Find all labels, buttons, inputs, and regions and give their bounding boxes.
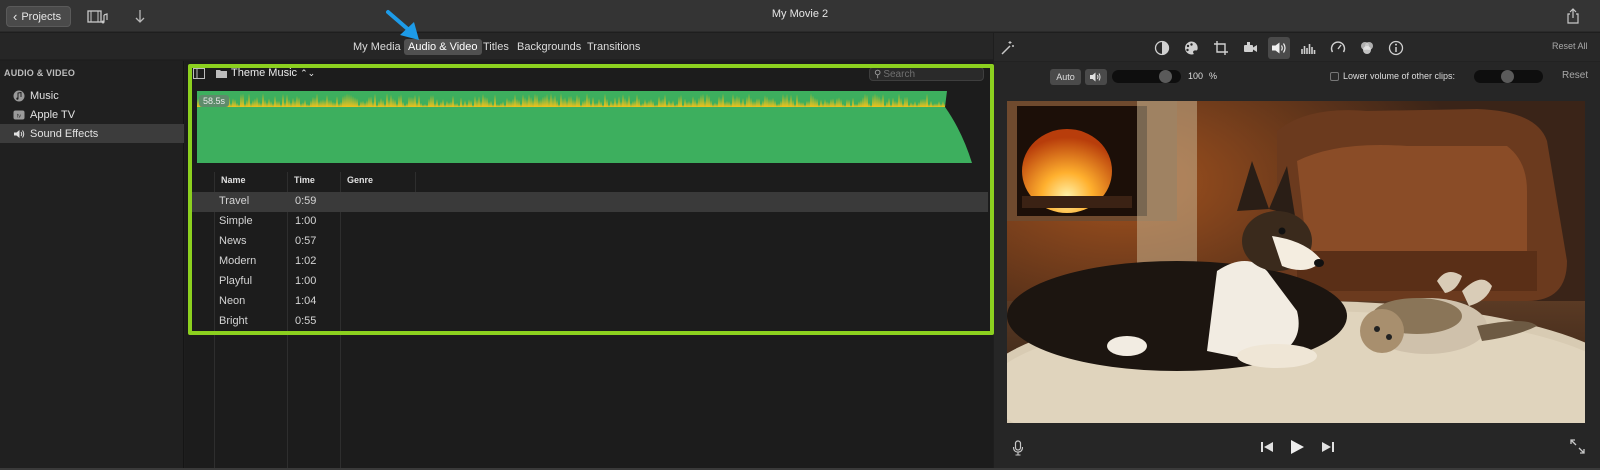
sidebar-item-sound-effects[interactable]: Sound Effects <box>0 124 184 143</box>
clip-filter-icon[interactable] <box>1359 40 1375 56</box>
chevron-left-icon: ‹ <box>13 9 18 24</box>
media-browser-icon[interactable] <box>87 9 109 25</box>
color-balance-icon[interactable] <box>1154 40 1170 56</box>
movie-title: My Movie 2 <box>771 8 829 20</box>
sidebar-item-apple-tv[interactable]: tv Apple TV <box>0 105 184 124</box>
svg-text:tv: tv <box>17 113 21 119</box>
lower-volume-label: Lower volume of other clips: <box>1343 71 1456 81</box>
tab-transitions[interactable]: Transitions <box>587 39 640 55</box>
volume-slider-knob[interactable] <box>1159 70 1172 83</box>
volume-icon[interactable] <box>1271 40 1287 56</box>
next-icon[interactable] <box>1321 441 1335 453</box>
previous-icon[interactable] <box>1260 441 1274 453</box>
video-preview[interactable] <box>1007 101 1585 423</box>
annotation-highlight-box <box>188 64 994 335</box>
magic-wand-icon[interactable] <box>999 40 1015 56</box>
annotation-arrow-icon <box>386 10 419 40</box>
speed-icon[interactable] <box>1330 40 1346 56</box>
volume-unit: % <box>1209 71 1218 81</box>
color-correction-icon[interactable] <box>1183 40 1199 56</box>
sidebar-item-music[interactable]: Music <box>0 86 184 105</box>
share-icon[interactable] <box>1566 7 1580 25</box>
lower-volume-checkbox[interactable] <box>1330 72 1339 81</box>
crop-icon[interactable] <box>1213 40 1229 56</box>
reset-all-button[interactable]: Reset All <box>1552 41 1588 51</box>
projects-label: Projects <box>21 10 62 23</box>
sidebar-header: AUDIO & VIDEO <box>4 68 76 78</box>
sidebar-item-label: Apple TV <box>30 108 76 121</box>
volume-value: 100 <box>1188 71 1204 81</box>
auto-button[interactable]: Auto <box>1050 69 1081 85</box>
projects-button[interactable]: ‹ Projects <box>6 6 72 27</box>
noise-reduction-icon[interactable] <box>1300 40 1316 56</box>
reset-button[interactable]: Reset <box>1562 70 1588 81</box>
tab-titles[interactable]: Titles <box>483 39 509 55</box>
import-arrow-icon[interactable] <box>133 8 147 25</box>
stabilization-icon[interactable] <box>1242 40 1258 56</box>
lower-volume-slider-knob[interactable] <box>1501 70 1514 83</box>
sidebar-item-label: Sound Effects <box>30 127 99 140</box>
mute-toggle-button[interactable] <box>1085 69 1107 85</box>
speaker-icon <box>14 129 25 138</box>
adjustment-toolbar <box>994 33 1600 62</box>
sidebar-item-label: Music <box>30 89 59 102</box>
fullscreen-icon[interactable] <box>1570 439 1585 454</box>
music-note-icon <box>13 90 25 101</box>
tab-backgrounds[interactable]: Backgrounds <box>517 39 581 55</box>
apple-tv-icon: tv <box>13 110 25 119</box>
play-icon[interactable] <box>1289 439 1305 455</box>
microphone-icon[interactable] <box>1012 440 1024 456</box>
info-icon[interactable] <box>1388 40 1404 56</box>
